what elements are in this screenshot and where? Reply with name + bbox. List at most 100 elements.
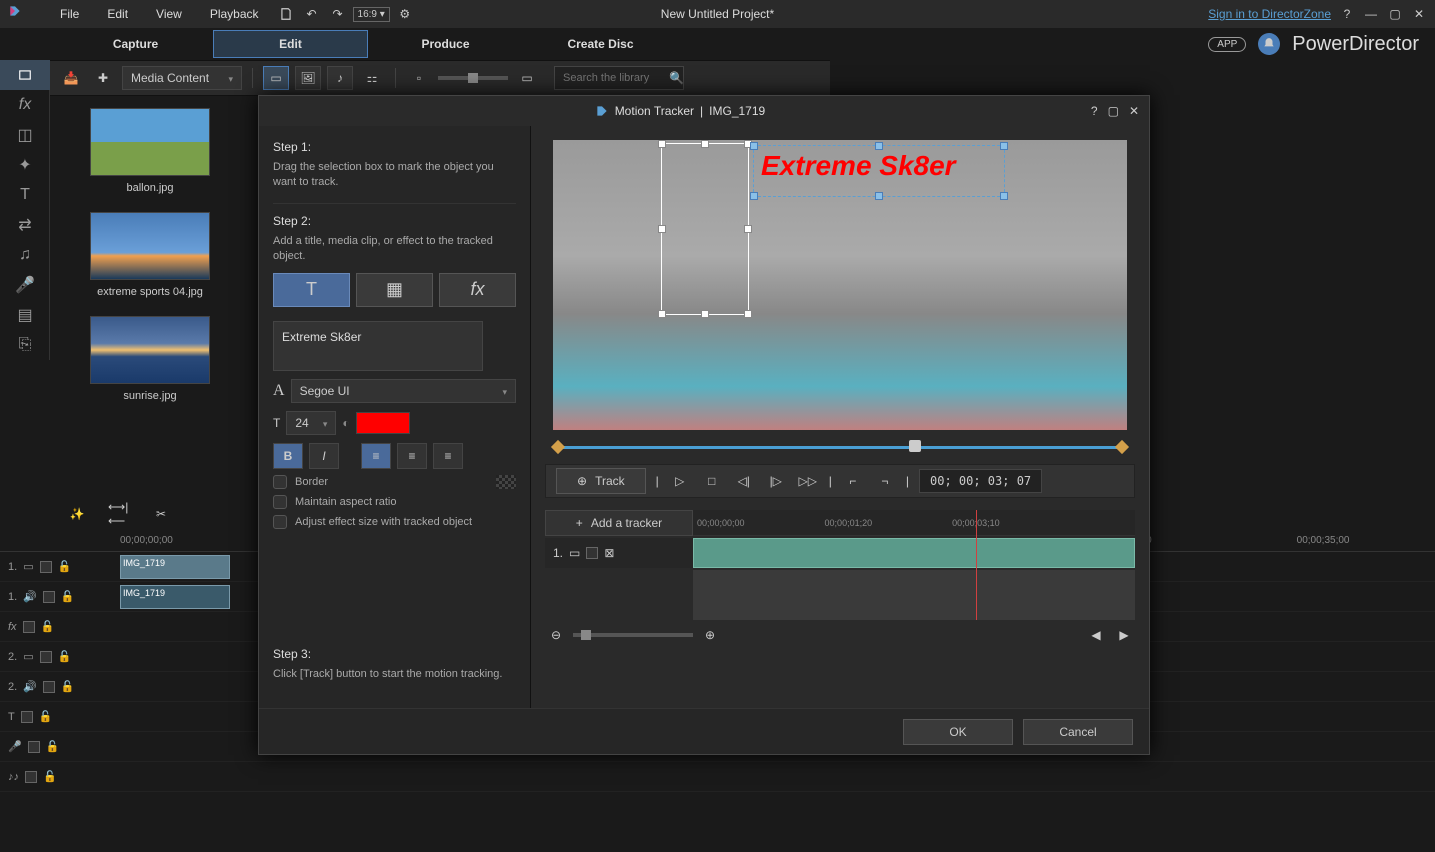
track-visible-checkbox[interactable]: [21, 711, 33, 723]
dialog-close-icon[interactable]: ✕: [1129, 104, 1139, 118]
zoom-out-icon[interactable]: ⊖: [545, 624, 567, 646]
lock-icon[interactable]: 🔓: [61, 590, 75, 603]
mark-in-icon[interactable]: ⌐: [842, 470, 864, 492]
save-icon[interactable]: [275, 3, 297, 25]
preview-viewport[interactable]: Extreme Sk8er: [553, 140, 1127, 430]
tracker-playhead[interactable]: [976, 510, 977, 620]
tab-create-disc[interactable]: Create Disc: [523, 31, 678, 57]
align-center-button[interactable]: ≡: [397, 443, 427, 469]
add-tracker-button[interactable]: +Add a tracker: [545, 510, 693, 536]
font-size-select[interactable]: 24: [286, 411, 336, 435]
thumb-zoom-slider[interactable]: [438, 76, 508, 80]
next-frame-icon[interactable]: |▷: [765, 470, 787, 492]
tracker-ruler[interactable]: 00;00;00;0000;00;01;2000;00;03;10: [693, 510, 1135, 536]
magic-icon[interactable]: ✨: [66, 503, 88, 525]
align-right-button[interactable]: ≡: [433, 443, 463, 469]
rail-fx-icon[interactable]: fx: [0, 90, 50, 120]
title-option-button[interactable]: T: [273, 273, 350, 307]
ok-button[interactable]: OK: [903, 719, 1013, 745]
title-bounding-box[interactable]: [753, 145, 1005, 197]
tab-produce[interactable]: Produce: [368, 31, 523, 57]
dialog-maximize-icon[interactable]: ▢: [1108, 104, 1119, 118]
notification-icon[interactable]: [1258, 33, 1280, 55]
track-visible-checkbox[interactable]: [28, 741, 40, 753]
track-visible-checkbox[interactable]: [25, 771, 37, 783]
filter-audio-icon[interactable]: ♪: [327, 66, 353, 90]
effect-option-button[interactable]: fx: [439, 273, 516, 307]
lock-icon[interactable]: 🔓: [43, 770, 57, 783]
lock-icon[interactable]: 🔓: [39, 710, 53, 723]
track-visible-checkbox[interactable]: [43, 681, 55, 693]
adjust-size-checkbox[interactable]: [273, 515, 287, 529]
border-checkbox[interactable]: [273, 475, 287, 489]
zoom-in-icon[interactable]: ⊕: [699, 624, 721, 646]
italic-button[interactable]: I: [309, 443, 339, 469]
lock-icon[interactable]: 🔓: [61, 680, 75, 693]
scroll-right-icon[interactable]: ▶: [1113, 624, 1135, 646]
rail-voice-icon[interactable]: 🎤: [0, 270, 50, 300]
menu-file[interactable]: File: [48, 3, 91, 25]
dialog-help-icon[interactable]: ?: [1091, 104, 1098, 118]
cut-icon[interactable]: ✂: [150, 503, 172, 525]
import-icon[interactable]: 📥: [58, 66, 84, 90]
menu-view[interactable]: View: [144, 3, 194, 25]
font-select[interactable]: Segoe UI: [291, 379, 516, 403]
shadow-icon[interactable]: ◐: [342, 416, 349, 430]
font-color-swatch[interactable]: [356, 412, 410, 434]
thumb-small-icon[interactable]: ▫: [406, 66, 432, 90]
play-icon[interactable]: ▷: [669, 470, 691, 492]
mark-out-icon[interactable]: ¬: [874, 470, 896, 492]
tab-edit[interactable]: Edit: [213, 30, 368, 58]
undo-icon[interactable]: ↶: [301, 3, 323, 25]
lock-icon[interactable]: 🔓: [46, 740, 60, 753]
scroll-left-icon[interactable]: ◀: [1085, 624, 1107, 646]
plugin-icon[interactable]: ✚: [90, 66, 116, 90]
library-filter-select[interactable]: Media Content: [122, 66, 242, 90]
lock-icon[interactable]: 🔓: [58, 560, 72, 573]
playhead-icon[interactable]: [909, 440, 921, 452]
track-visible-checkbox[interactable]: [43, 591, 55, 603]
aspect-ratio[interactable]: 16:9 ▾: [353, 7, 390, 22]
lock-icon[interactable]: 🔓: [41, 620, 55, 633]
rail-subtitle-icon[interactable]: ⎘: [0, 330, 50, 360]
cancel-button[interactable]: Cancel: [1023, 719, 1133, 745]
rail-media-icon[interactable]: [0, 60, 50, 90]
media-option-button[interactable]: ▦: [356, 273, 433, 307]
media-item[interactable]: sunrise.jpg: [62, 316, 238, 402]
tab-capture[interactable]: Capture: [58, 31, 213, 57]
filter-image-icon[interactable]: 🖼: [295, 66, 321, 90]
media-item[interactable]: ballon.jpg: [62, 108, 238, 194]
library-search[interactable]: 🔍: [554, 66, 684, 90]
title-text-input[interactable]: Extreme Sk8er: [273, 321, 483, 371]
tracking-selection-box[interactable]: [661, 143, 749, 315]
tracker-zoom-slider[interactable]: [573, 633, 693, 637]
search-input[interactable]: [563, 72, 663, 84]
timeline-track[interactable]: ♪♪ 🔓: [0, 762, 1435, 792]
tracker-visible-checkbox[interactable]: [586, 547, 598, 559]
timecode-display[interactable]: 00; 00; 03; 07: [919, 469, 1042, 493]
preview-scrubber[interactable]: [553, 442, 1127, 452]
app-badge[interactable]: APP: [1208, 37, 1246, 52]
split-icon[interactable]: ⟷|⟵: [108, 503, 130, 525]
tracker-delete-icon[interactable]: ⊠: [604, 546, 614, 560]
media-item[interactable]: extreme sports 04.jpg: [62, 212, 238, 298]
track-button[interactable]: ⊕Track: [556, 468, 646, 494]
menu-playback[interactable]: Playback: [198, 3, 271, 25]
maximize-icon[interactable]: ▢: [1387, 7, 1403, 21]
timeline-clip[interactable]: IMG_1719: [120, 555, 230, 579]
track-visible-checkbox[interactable]: [40, 561, 52, 573]
prev-frame-icon[interactable]: ◁|: [733, 470, 755, 492]
border-color-swatch[interactable]: [496, 475, 516, 489]
timeline-clip[interactable]: IMG_1719: [120, 585, 230, 609]
menu-edit[interactable]: Edit: [95, 3, 140, 25]
rail-audio-icon[interactable]: ♫: [0, 240, 50, 270]
settings-icon[interactable]: ⚙: [394, 3, 416, 25]
rail-pip-icon[interactable]: ◫: [0, 120, 50, 150]
stop-icon[interactable]: □: [701, 470, 723, 492]
aspect-checkbox[interactable]: [273, 495, 287, 509]
tracker-clip[interactable]: [693, 538, 1135, 568]
view-grid-icon[interactable]: ⚏: [359, 66, 385, 90]
fast-forward-icon[interactable]: ▷▷: [797, 470, 819, 492]
track-visible-checkbox[interactable]: [23, 621, 35, 633]
minimize-icon[interactable]: —: [1363, 7, 1379, 21]
